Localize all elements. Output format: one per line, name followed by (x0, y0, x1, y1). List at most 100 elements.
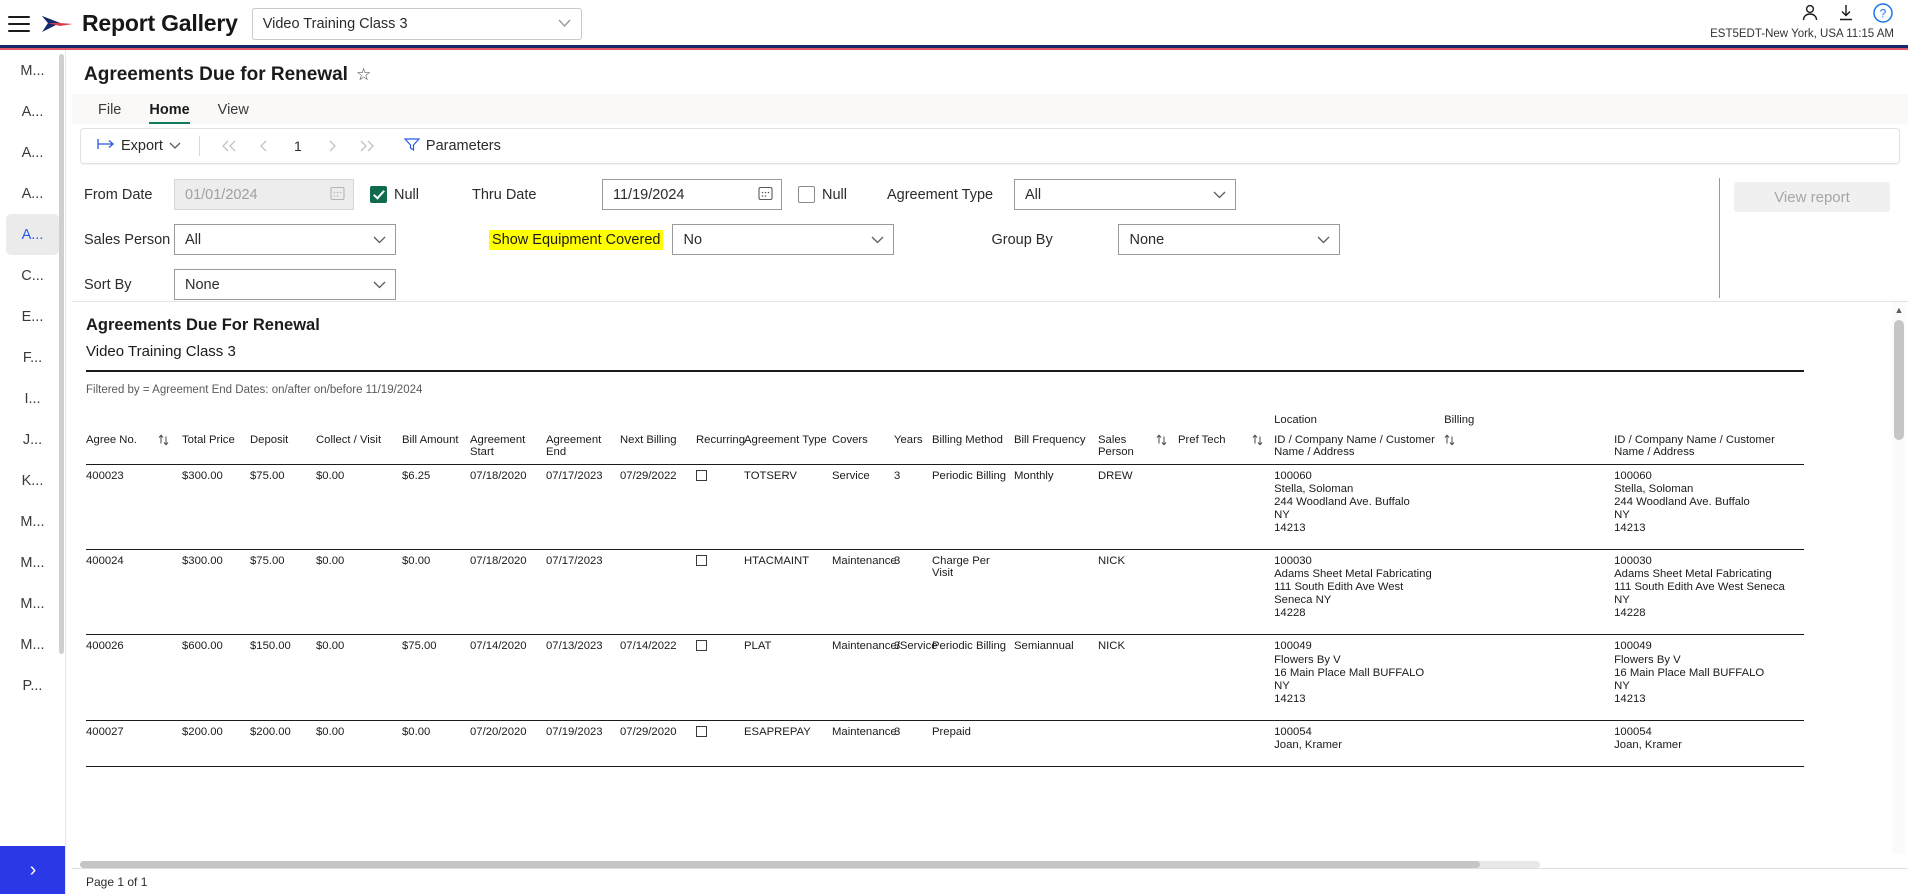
next-page-icon[interactable] (316, 133, 350, 159)
recurring-checkbox[interactable] (696, 554, 707, 566)
cell-next_billing: 07/14/2022 (620, 634, 696, 721)
col-header-label: Agreement End (546, 433, 602, 458)
spacer-cell (158, 464, 182, 550)
address-line: 14228 (1274, 607, 1306, 620)
address-line: 14213 (1614, 521, 1646, 534)
spacer-cell (1444, 464, 1615, 550)
previous-page-icon[interactable] (246, 133, 280, 159)
cell-collect_visit: $0.00 (316, 549, 402, 636)
address-line: 100049 (1274, 640, 1312, 653)
address-line: Joan, Kramer (1614, 739, 1682, 751)
sidebar-item-4[interactable]: A... (6, 214, 59, 255)
class-selector[interactable]: Video Training Class 3 (251, 7, 582, 40)
report-footer: Page 1 of 1 (72, 868, 1908, 894)
sidebar-item-11[interactable]: M... (6, 501, 59, 542)
cell-recurring (696, 464, 744, 550)
spacer-cell (1444, 720, 1615, 768)
tab-view[interactable]: View (204, 98, 263, 124)
thru-date-null-checkbox[interactable]: Null (797, 186, 847, 203)
sidebar-item-13[interactable]: M... (6, 583, 59, 624)
from-date-input[interactable]: 01/01/2024 (174, 179, 354, 210)
cell-deposit: $75.00 (250, 549, 316, 636)
cell-deposit: $150.00 (250, 634, 316, 721)
col-header-label: Agree No. (86, 433, 137, 446)
sidebar-item-3[interactable]: A... (6, 173, 59, 214)
star-icon[interactable]: ☆ (356, 65, 371, 85)
calendar-icon[interactable] (758, 185, 773, 204)
help-icon[interactable]: ? (1872, 2, 1894, 29)
download-icon[interactable] (1836, 3, 1856, 28)
view-report-button[interactable]: View report (1734, 182, 1890, 212)
sales-person-select[interactable]: All (174, 224, 396, 255)
sidebar-item-10[interactable]: K... (6, 460, 59, 501)
cell-deposit: $200.00 (250, 720, 316, 768)
spacer-cell (158, 634, 182, 721)
address-line: Flowers By V (1274, 653, 1341, 666)
sidebar-item-14[interactable]: M... (6, 624, 59, 665)
sidebar-expand-button[interactable]: › (0, 846, 65, 894)
table-row[interactable]: 400024 $300.00 $75.00 $0.00 $0.00 07/18/2020 0… (86, 549, 1804, 636)
cell-collect_visit: $0.00 (316, 634, 402, 721)
recurring-checkbox[interactable] (696, 469, 707, 481)
sidebar-item-8[interactable]: I... (6, 378, 59, 419)
sidebar-item-5[interactable]: C... (6, 255, 59, 296)
scrollbar-thumb[interactable] (1894, 320, 1904, 440)
scroll-up-icon[interactable]: ▲ (1892, 302, 1906, 318)
sort-by-select[interactable]: None (174, 269, 396, 300)
agreement-type-select[interactable]: All (1013, 179, 1236, 210)
cell-pref_tech (1178, 464, 1252, 550)
show-equipment-covered-select[interactable]: No (672, 224, 895, 255)
sort-icon[interactable] (1156, 431, 1178, 465)
sort-icon[interactable] (1252, 431, 1275, 465)
parameters-panel: From Date 01/01/2024 Null Thru Date 11/1… (72, 172, 1908, 302)
calendar-icon[interactable] (330, 185, 345, 204)
cell-years: 3 (894, 720, 932, 768)
page-title: Agreements Due for Renewal (84, 64, 348, 85)
person-icon[interactable] (1800, 3, 1820, 28)
col-header-label: Collect / Visit (316, 433, 382, 446)
sidebar-item-9[interactable]: J... (6, 419, 59, 460)
from-date-null-label: Null (394, 186, 419, 203)
sidebar-scrollbar[interactable] (59, 54, 64, 654)
recurring-checkbox[interactable] (696, 640, 707, 652)
cell-recurring (696, 549, 744, 636)
cell-sales_person: NICK (1098, 634, 1156, 721)
sidebar-item-2[interactable]: A... (6, 132, 59, 173)
col-header-1: Total Price (182, 431, 250, 465)
sidebar-item-15[interactable]: P... (6, 665, 59, 706)
sidebar-item-1[interactable]: A... (6, 91, 59, 132)
table-row[interactable]: 400023 $300.00 $75.00 $0.00 $6.25 07/18/2020 0… (86, 464, 1804, 550)
col-header-label: Deposit (250, 433, 289, 446)
table-row[interactable]: 400026 $600.00 $150.00 $0.00 $75.00 07/14/202… (86, 634, 1804, 721)
export-button[interactable]: Export (91, 138, 187, 154)
cell-agree_no: 400023 (86, 464, 158, 550)
show-equipment-covered-value: No (683, 231, 703, 248)
cell-location: 100060 Stella, Soloman 244 Woodland Ave. B… (1274, 464, 1445, 550)
from-date-null-checkbox[interactable]: Null (370, 186, 419, 203)
sort-icon[interactable] (158, 431, 182, 465)
first-page-icon[interactable] (212, 133, 246, 159)
cell-agreement_start: 07/14/2020 (470, 634, 546, 721)
hamburger-icon[interactable] (8, 15, 30, 32)
report-horizontal-scrollbar[interactable] (80, 861, 1540, 868)
sort-icon[interactable] (1444, 431, 1615, 465)
parameters-button[interactable]: Parameters (398, 137, 507, 155)
address-line: 244 Woodland Ave. Buffalo (1274, 495, 1410, 508)
cell-billing_method: Prepaid (932, 720, 1014, 768)
parameters-label: Parameters (425, 138, 501, 154)
last-page-icon[interactable] (350, 133, 384, 159)
sidebar-item-6[interactable]: E... (6, 296, 59, 337)
sidebar-item-0[interactable]: M... (6, 50, 59, 91)
tab-file[interactable]: File (84, 98, 135, 124)
sidebar-item-7[interactable]: F... (6, 337, 59, 378)
group-by-select[interactable]: None (1118, 224, 1341, 255)
report-vertical-scrollbar[interactable]: ▲ (1892, 302, 1906, 854)
page-number-input[interactable]: 1 (280, 138, 316, 154)
recurring-checkbox[interactable] (696, 725, 707, 737)
tab-home[interactable]: Home (135, 98, 203, 124)
thru-date-input[interactable]: 11/19/2024 (601, 179, 782, 210)
cell-sales_person: DREW (1098, 464, 1156, 550)
table-row[interactable]: 400027 $200.00 $200.00 $0.00 $0.00 07/20/2020… (86, 720, 1804, 768)
address-line: Adams Sheet Metal Fabricating (1614, 568, 1772, 581)
sidebar-item-12[interactable]: M... (6, 542, 59, 583)
